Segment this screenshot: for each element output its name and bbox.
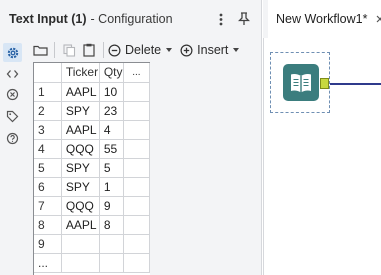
ticker-cell[interactable] xyxy=(61,234,100,254)
more-rows-indicator[interactable]: ... xyxy=(34,253,62,273)
kebab-menu-icon[interactable] xyxy=(213,11,229,27)
connection-line xyxy=(330,83,381,85)
empty-cell[interactable] xyxy=(123,177,151,197)
table-row: 5 SPY 5 xyxy=(34,158,151,178)
row-number: 7 xyxy=(34,196,62,216)
tab-label: New Workflow1* xyxy=(276,12,368,26)
open-folder-icon[interactable] xyxy=(30,40,50,60)
row-number: 1 xyxy=(34,82,62,102)
output-anchor[interactable] xyxy=(320,78,329,89)
ticker-cell[interactable]: QQQ xyxy=(61,139,100,159)
minus-circle-icon xyxy=(108,43,121,57)
empty-cell xyxy=(99,253,124,273)
insert-button[interactable]: Insert xyxy=(180,40,240,60)
code-icon[interactable] xyxy=(3,64,22,83)
ticker-cell[interactable]: QQQ xyxy=(61,196,100,216)
qty-cell[interactable]: 55 xyxy=(99,139,124,159)
empty-cell xyxy=(61,253,100,273)
table-row: 9 xyxy=(34,234,151,254)
corner-cell xyxy=(34,63,62,83)
empty-cell[interactable] xyxy=(123,234,151,254)
row-number: 6 xyxy=(34,177,62,197)
empty-cell[interactable] xyxy=(123,101,151,121)
ticker-cell[interactable]: AAPL xyxy=(61,82,100,102)
table-row: 3 AAPL 4 xyxy=(34,120,151,140)
gear-icon[interactable] xyxy=(3,43,22,62)
table-row: 2 SPY 23 xyxy=(34,101,151,121)
row-number: 3 xyxy=(34,120,62,140)
pin-icon[interactable] xyxy=(236,11,252,27)
table-row: 7 QQQ 9 xyxy=(34,196,151,216)
insert-label: Insert xyxy=(197,43,229,57)
x-circle-icon[interactable] xyxy=(3,85,22,104)
copy-icon[interactable] xyxy=(59,40,79,60)
panel-title: Text Input (1) xyxy=(9,12,87,26)
qty-cell[interactable]: 10 xyxy=(99,82,124,102)
column-header-ticker[interactable]: Ticker xyxy=(61,63,100,83)
table-row: 8 AAPL 8 xyxy=(34,215,151,235)
column-header-add[interactable]: ... xyxy=(123,63,151,83)
empty-cell[interactable] xyxy=(123,158,151,178)
table-row: 1 AAPL 10 xyxy=(34,82,151,102)
table-row: 6 SPY 1 xyxy=(34,177,151,197)
chevron-down-icon xyxy=(166,48,173,52)
qty-cell[interactable] xyxy=(99,234,124,254)
table-header-row: Ticker Qty ... xyxy=(34,63,151,83)
row-number: 2 xyxy=(34,101,62,121)
ticker-cell[interactable]: AAPL xyxy=(61,120,100,140)
row-number: 8 xyxy=(34,215,62,235)
empty-cell[interactable] xyxy=(123,120,151,140)
row-number: 5 xyxy=(34,158,62,178)
table-row: 4 QQQ 55 xyxy=(34,139,151,159)
plus-circle-icon xyxy=(180,43,193,57)
empty-cell[interactable] xyxy=(123,215,151,235)
tab-bar: New Workflow1* xyxy=(263,0,381,38)
chevron-down-icon xyxy=(233,48,240,52)
toolbar-divider xyxy=(103,42,104,58)
book-icon xyxy=(283,64,319,101)
empty-cell[interactable] xyxy=(123,82,151,102)
panel-subtitle: - Configuration xyxy=(90,12,173,26)
panel-header: Text Input (1) - Configuration xyxy=(0,0,262,38)
text-input-grid: Ticker Qty ... 1 AAPL 10 2 SPY 23 3 AAPL 4 4 QQQ 55… xyxy=(33,62,151,275)
help-icon[interactable] xyxy=(3,129,22,148)
toolbar-divider xyxy=(54,42,55,58)
tab-new-workflow[interactable]: New Workflow1* xyxy=(268,0,381,38)
delete-label: Delete xyxy=(125,43,162,57)
qty-cell[interactable]: 23 xyxy=(99,101,124,121)
ticker-cell[interactable]: AAPL xyxy=(61,215,100,235)
ticker-cell[interactable]: SPY xyxy=(61,177,100,197)
column-header-qty[interactable]: Qty xyxy=(99,63,124,83)
table-row-more: ... xyxy=(34,253,151,273)
row-number: 4 xyxy=(34,139,62,159)
close-icon[interactable] xyxy=(376,13,381,25)
qty-cell[interactable]: 4 xyxy=(99,120,124,140)
ticker-cell[interactable]: SPY xyxy=(61,101,100,121)
empty-cell xyxy=(123,253,151,273)
qty-cell[interactable]: 5 xyxy=(99,158,124,178)
data-table: Ticker Qty ... 1 AAPL 10 2 SPY 23 3 AAPL 4 4 QQQ 55… xyxy=(34,63,151,273)
side-rail xyxy=(0,38,26,275)
delete-button[interactable]: Delete xyxy=(108,40,173,60)
empty-cell[interactable] xyxy=(123,196,151,216)
empty-cell[interactable] xyxy=(123,139,151,159)
row-number: 9 xyxy=(34,234,62,254)
qty-cell[interactable]: 1 xyxy=(99,177,124,197)
paste-icon[interactable] xyxy=(79,40,99,60)
tag-icon[interactable] xyxy=(3,107,22,126)
qty-cell[interactable]: 8 xyxy=(99,215,124,235)
configuration-panel: Text Input (1) - Configuration Delete In… xyxy=(0,0,262,275)
qty-cell[interactable]: 9 xyxy=(99,196,124,216)
grid-toolbar: Delete Insert xyxy=(30,38,262,62)
ticker-cell[interactable]: SPY xyxy=(61,158,100,178)
